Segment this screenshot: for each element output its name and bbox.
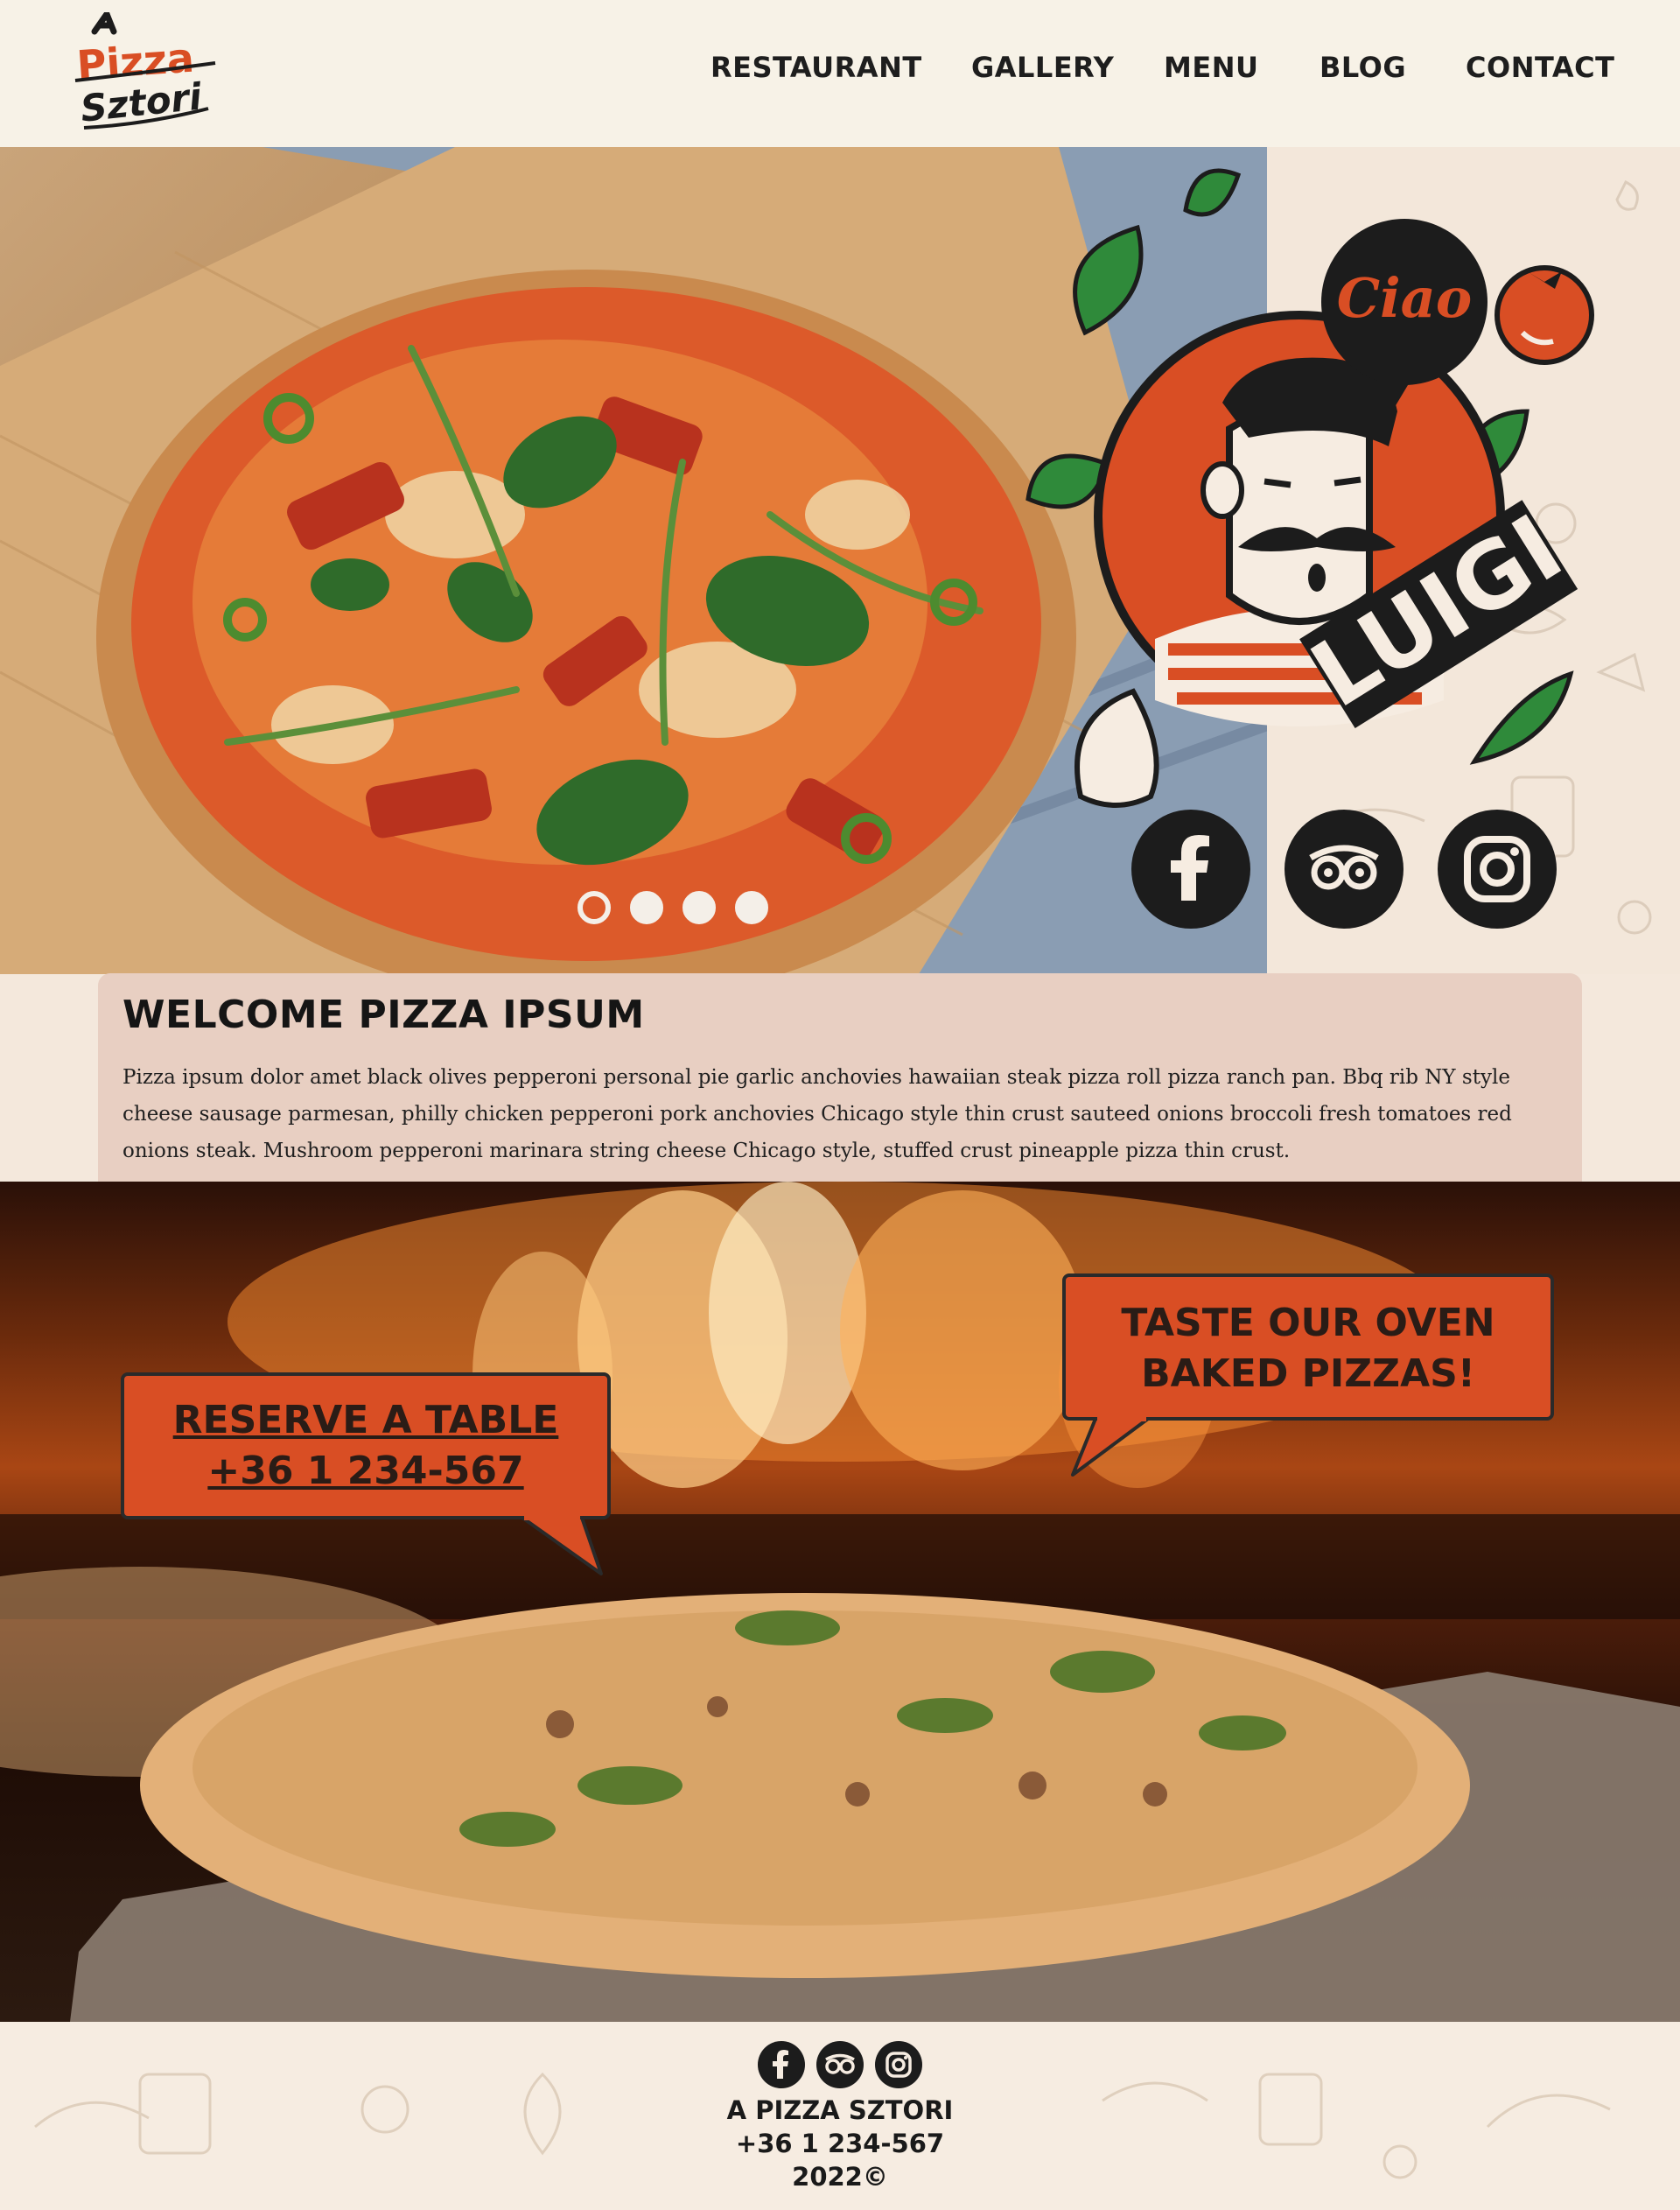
taste-line1: TASTE OUR OVEN [1121,1301,1495,1345]
welcome-title: WELCOME PIZZA IPSUM [122,993,645,1037]
tripadvisor-icon[interactable] [1284,810,1404,929]
nav-gallery[interactable]: GALLERY [971,51,1114,84]
reserve-bubble-tail [521,1516,603,1575]
reserve-table-bubble[interactable]: RESERVE A TABLE +36 1 234-567 [121,1372,611,1519]
footer-facebook-icon[interactable] [758,2041,805,2088]
welcome-body: Pizza ipsum dolor amet black olives pepp… [122,1066,1512,1162]
hero-slider-dots [578,891,770,926]
logo-top-text: A [75,33,77,36]
mascot-bubble-text: Ciao [1337,266,1472,330]
taste-pizza-bubble: TASTE OUR OVEN BAKED PIZZAS! [1062,1273,1554,1421]
taste-line2: BAKED PIZZAS! [1141,1351,1475,1396]
nav-menu[interactable]: MENU [1164,51,1258,84]
luigi-mascot: Ciao LUIGI [967,114,1597,814]
main-nav: RESTAURANT GALLERY MENU BLOG CONTACT [0,51,1680,95]
footer-copyright: 2022© [792,2162,888,2192]
slider-dot-1[interactable] [578,891,611,924]
footer-tripadvisor-icon[interactable] [816,2041,864,2088]
reserve-line1: RESERVE A TABLE [172,1398,559,1442]
footer-instagram-icon[interactable] [875,2041,922,2088]
footer-phone: +36 1 234-567 [735,2129,945,2158]
taste-bubble-tail [1071,1417,1150,1477]
slider-dot-4[interactable] [735,891,768,924]
nav-restaurant[interactable]: RESTAURANT [710,51,922,84]
footer-business-name: A PIZZA SZTORI [726,2095,954,2125]
instagram-icon[interactable] [1438,810,1557,929]
facebook-icon[interactable] [1131,810,1250,929]
nav-contact[interactable]: CONTACT [1466,51,1614,84]
slider-dot-3[interactable] [682,891,716,924]
slider-dot-2[interactable] [630,891,663,924]
nav-blog[interactable]: BLOG [1320,51,1406,84]
reserve-phone: +36 1 234-567 [207,1449,524,1493]
